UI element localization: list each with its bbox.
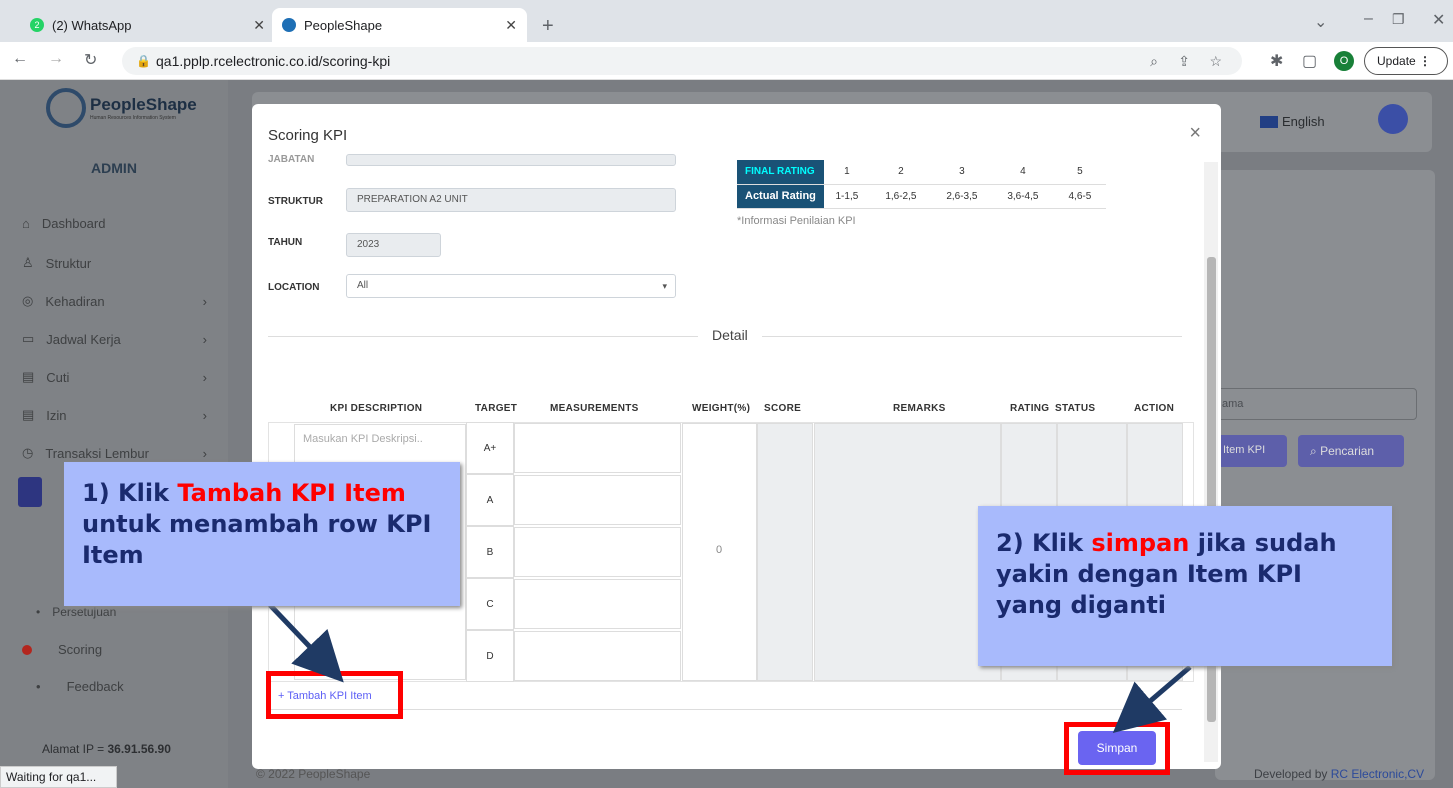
status-bar: Waiting for qa1... (0, 766, 117, 788)
note-text: 1) Klik (82, 479, 178, 507)
developed-link[interactable]: RC Electronic,CV (1331, 767, 1424, 781)
note-text: 2) Klik (996, 529, 1092, 557)
note-highlight: Tambah KPI Item (177, 479, 406, 507)
arrow-2 (1112, 665, 1192, 733)
annotation-note-2: 2) Klik simpan jika sudah yakin dengan I… (978, 506, 1392, 666)
annotation-arrows (268, 603, 1192, 733)
developed-by: Developed by RC Electronic,CV (1254, 767, 1424, 781)
developed-prefix: Developed by (1254, 767, 1331, 781)
arrow-1 (268, 603, 344, 683)
copyright: © 2022 PeopleShape (256, 767, 371, 781)
annotation-note-1: 1) Klik Tambah KPI Item untuk menambah r… (64, 462, 460, 606)
note-highlight: simpan (1091, 529, 1190, 557)
note-text: untuk menambah row KPI Item (82, 510, 432, 569)
